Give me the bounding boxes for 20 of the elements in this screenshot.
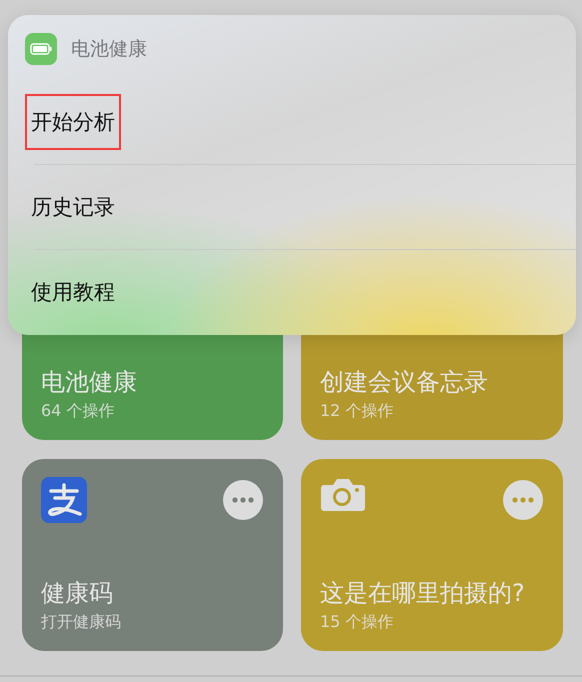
shortcut-subtitle: 15 个操作 bbox=[320, 611, 394, 633]
ellipsis-icon bbox=[512, 497, 534, 503]
menu-item[interactable]: 开始分析 bbox=[27, 96, 119, 148]
shortcut-card[interactable]: 健康码 打开健康码 bbox=[22, 459, 283, 651]
shortcut-subtitle: 打开健康码 bbox=[41, 611, 122, 633]
more-button[interactable] bbox=[503, 480, 543, 520]
menu-title: 电池健康 bbox=[71, 37, 147, 62]
battery-app-icon bbox=[25, 33, 57, 65]
ellipsis-icon bbox=[232, 497, 254, 503]
shortcut-card[interactable]: 这是在哪里拍摄的? 15 个操作 bbox=[301, 459, 563, 651]
shortcut-title: 这是在哪里拍摄的? bbox=[320, 578, 526, 609]
shortcut-title: 创建会议备忘录 bbox=[320, 367, 489, 398]
shortcut-subtitle: 64 个操作 bbox=[41, 400, 116, 422]
shortcut-title: 健康码 bbox=[41, 578, 114, 609]
pay-app-icon bbox=[41, 477, 87, 523]
shortcut-title: 电池健康 bbox=[41, 367, 138, 398]
camera-icon bbox=[320, 477, 366, 513]
more-button[interactable] bbox=[223, 480, 263, 520]
shortcut-subtitle: 12 个操作 bbox=[320, 400, 394, 422]
menu-item[interactable]: 历史记录 bbox=[27, 181, 119, 233]
